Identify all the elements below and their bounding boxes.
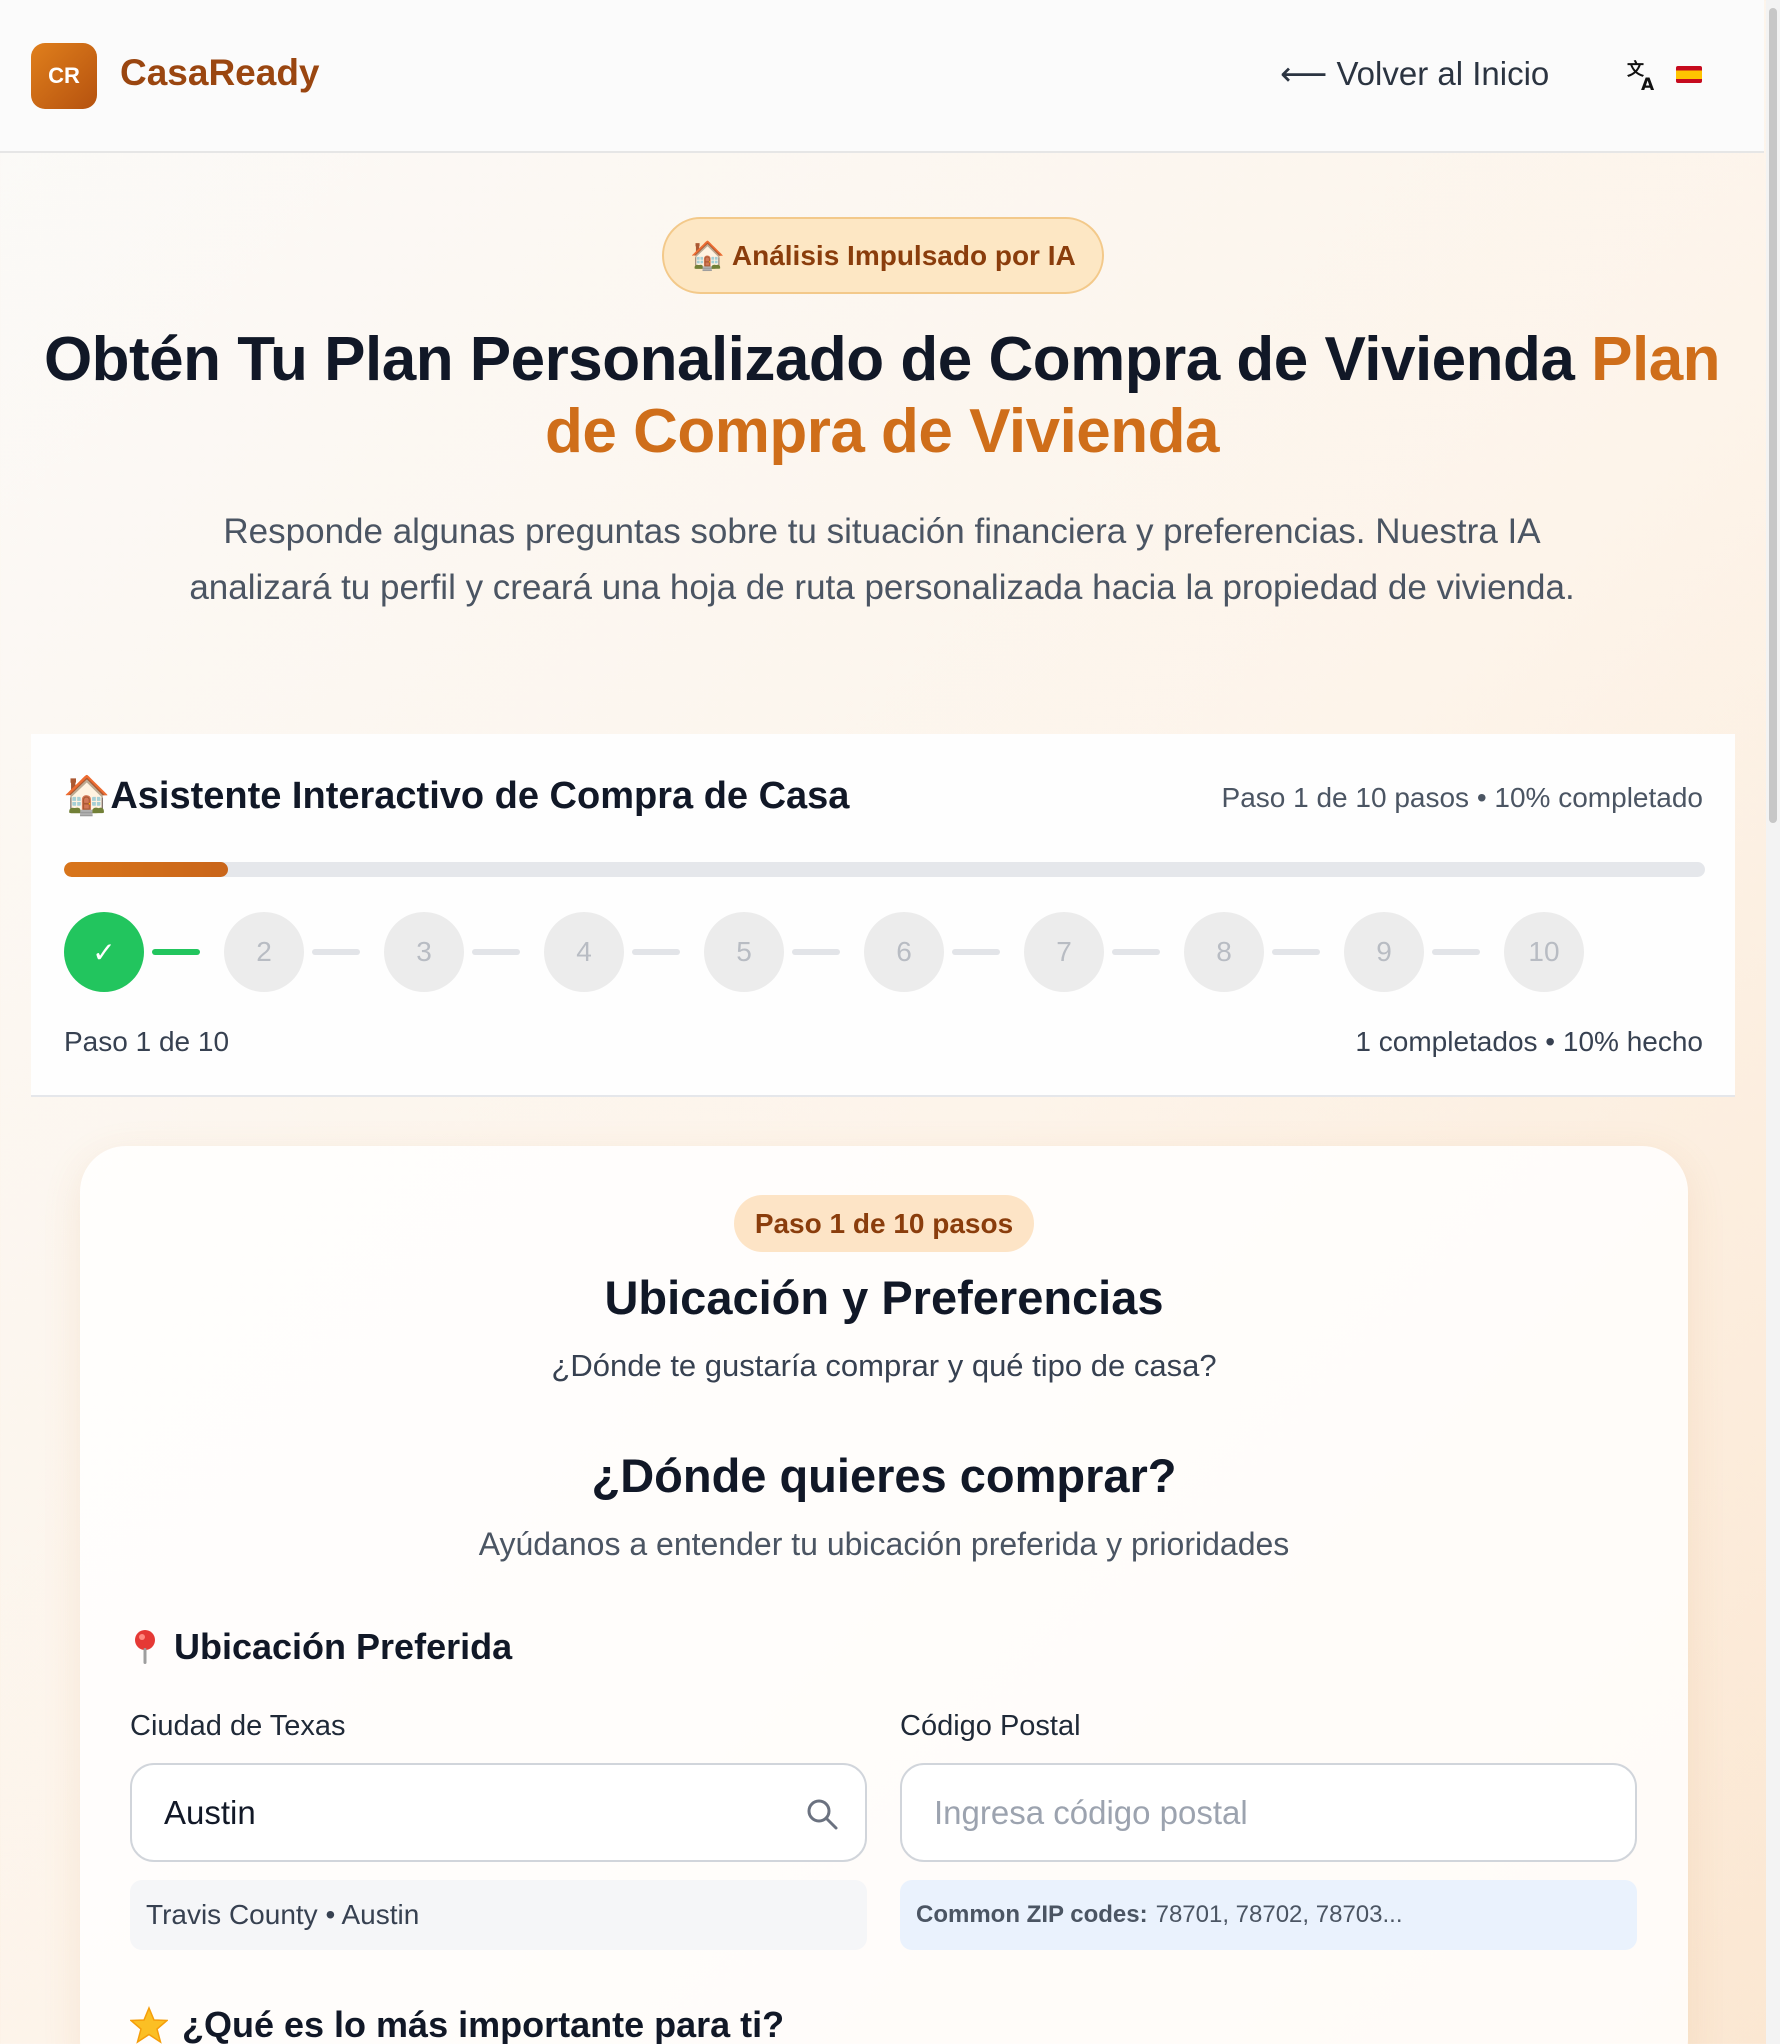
- step-pill: Paso 1 de 10 pasos: [734, 1195, 1034, 1252]
- page-subtitle: Responde algunas preguntas sobre tu situ…: [189, 512, 1575, 607]
- star-icon: [130, 2006, 168, 2044]
- svg-text:A: A: [1641, 75, 1655, 92]
- page-title: Obtén Tu Plan Personalizado de Compra de…: [20, 324, 1744, 468]
- logo-badge[interactable]: CR: [31, 43, 97, 109]
- wizard-title: 🏠Asistente Interactivo de Compra de Casa: [63, 775, 850, 817]
- step-connector: [312, 949, 360, 955]
- step-4-circle[interactable]: 4: [544, 912, 624, 992]
- step-connector: [1112, 949, 1160, 955]
- city-input[interactable]: [130, 1763, 867, 1862]
- location-section-label: Ubicación Preferida: [174, 1626, 513, 1667]
- step-3-circle[interactable]: 3: [384, 912, 464, 992]
- wizard-panel: 🏠Asistente Interactivo de Compra de Casa…: [31, 734, 1735, 1097]
- step-8-circle[interactable]: 8: [1184, 912, 1264, 992]
- step-5-circle[interactable]: 5: [704, 912, 784, 992]
- card-subtitle: ¿Dónde te gustaría comprar y qué tipo de…: [551, 1348, 1217, 1383]
- priorities-section-label: ¿Qué es lo más importante para ti?: [182, 2004, 785, 2044]
- step-connector: [952, 949, 1000, 955]
- city-label: Ciudad de Texas: [130, 1710, 346, 1742]
- step-connector: [472, 949, 520, 955]
- top-nav: CR CasaReady ⟵ Volver al Inicio 文 A: [0, 0, 1764, 153]
- zip-hint-label: Common ZIP codes:: [916, 1901, 1148, 1928]
- map-pin-icon: [135, 1630, 155, 1664]
- zip-input[interactable]: [900, 1763, 1637, 1862]
- back-to-home-link[interactable]: ⟵ Volver al Inicio: [1280, 54, 1549, 93]
- wizard-step-label: Paso 1 de 10: [64, 1026, 230, 1057]
- step-connector: [152, 949, 200, 955]
- scrollbar[interactable]: [1766, 0, 1780, 2044]
- step-card: Paso 1 de 10 pasos Ubicación y Preferenc…: [80, 1146, 1688, 2044]
- zip-hint-values: 78701, 78702, 78703...: [1155, 1901, 1403, 1928]
- step-6-circle[interactable]: 6: [864, 912, 944, 992]
- priorities-section-heading: ¿Qué es lo más importante para ti?: [130, 2004, 784, 2044]
- step-2-circle[interactable]: 2: [224, 912, 304, 992]
- question-subtitle: Ayúdanos a entender tu ubicación preferi…: [478, 1526, 1290, 1562]
- title-main: Obtén Tu Plan Personalizado de Compra de…: [43, 325, 1592, 394]
- step-connector: [792, 949, 840, 955]
- card-title: Ubicación y Preferencias: [604, 1271, 1164, 1324]
- zip-label: Código Postal: [900, 1710, 1081, 1742]
- step-10-circle[interactable]: 10: [1504, 912, 1584, 992]
- ai-badge: 🏠 Análisis Impulsado por IA: [662, 217, 1104, 294]
- progress-bar: [64, 862, 1705, 877]
- translate-icon[interactable]: 文 A: [1626, 58, 1660, 92]
- step-7-circle[interactable]: 7: [1024, 912, 1104, 992]
- zip-hint: Common ZIP codes: 78701, 78702, 78703...: [900, 1880, 1637, 1950]
- search-icon[interactable]: [805, 1797, 839, 1831]
- step-connector: [1432, 949, 1480, 955]
- scrollbar-thumb[interactable]: [1769, 8, 1777, 823]
- brand-name[interactable]: CasaReady: [120, 52, 320, 94]
- progress-fill: [64, 862, 229, 877]
- location-section-heading: Ubicación Preferida: [130, 1626, 512, 1668]
- wizard-completed-label: 1 completados • 10% hecho: [1355, 1026, 1703, 1057]
- step-connector: [1272, 949, 1320, 955]
- step-1-circle[interactable]: ✓: [64, 912, 144, 992]
- question-title: ¿Dónde quieres comprar?: [591, 1449, 1177, 1502]
- spain-flag-icon[interactable]: [1676, 66, 1702, 83]
- step-connector: [632, 949, 680, 955]
- wizard-status: Paso 1 de 10 pasos • 10% completado: [1221, 782, 1703, 813]
- step-9-circle[interactable]: 9: [1344, 912, 1424, 992]
- city-hint: Travis County • Austin: [130, 1880, 867, 1950]
